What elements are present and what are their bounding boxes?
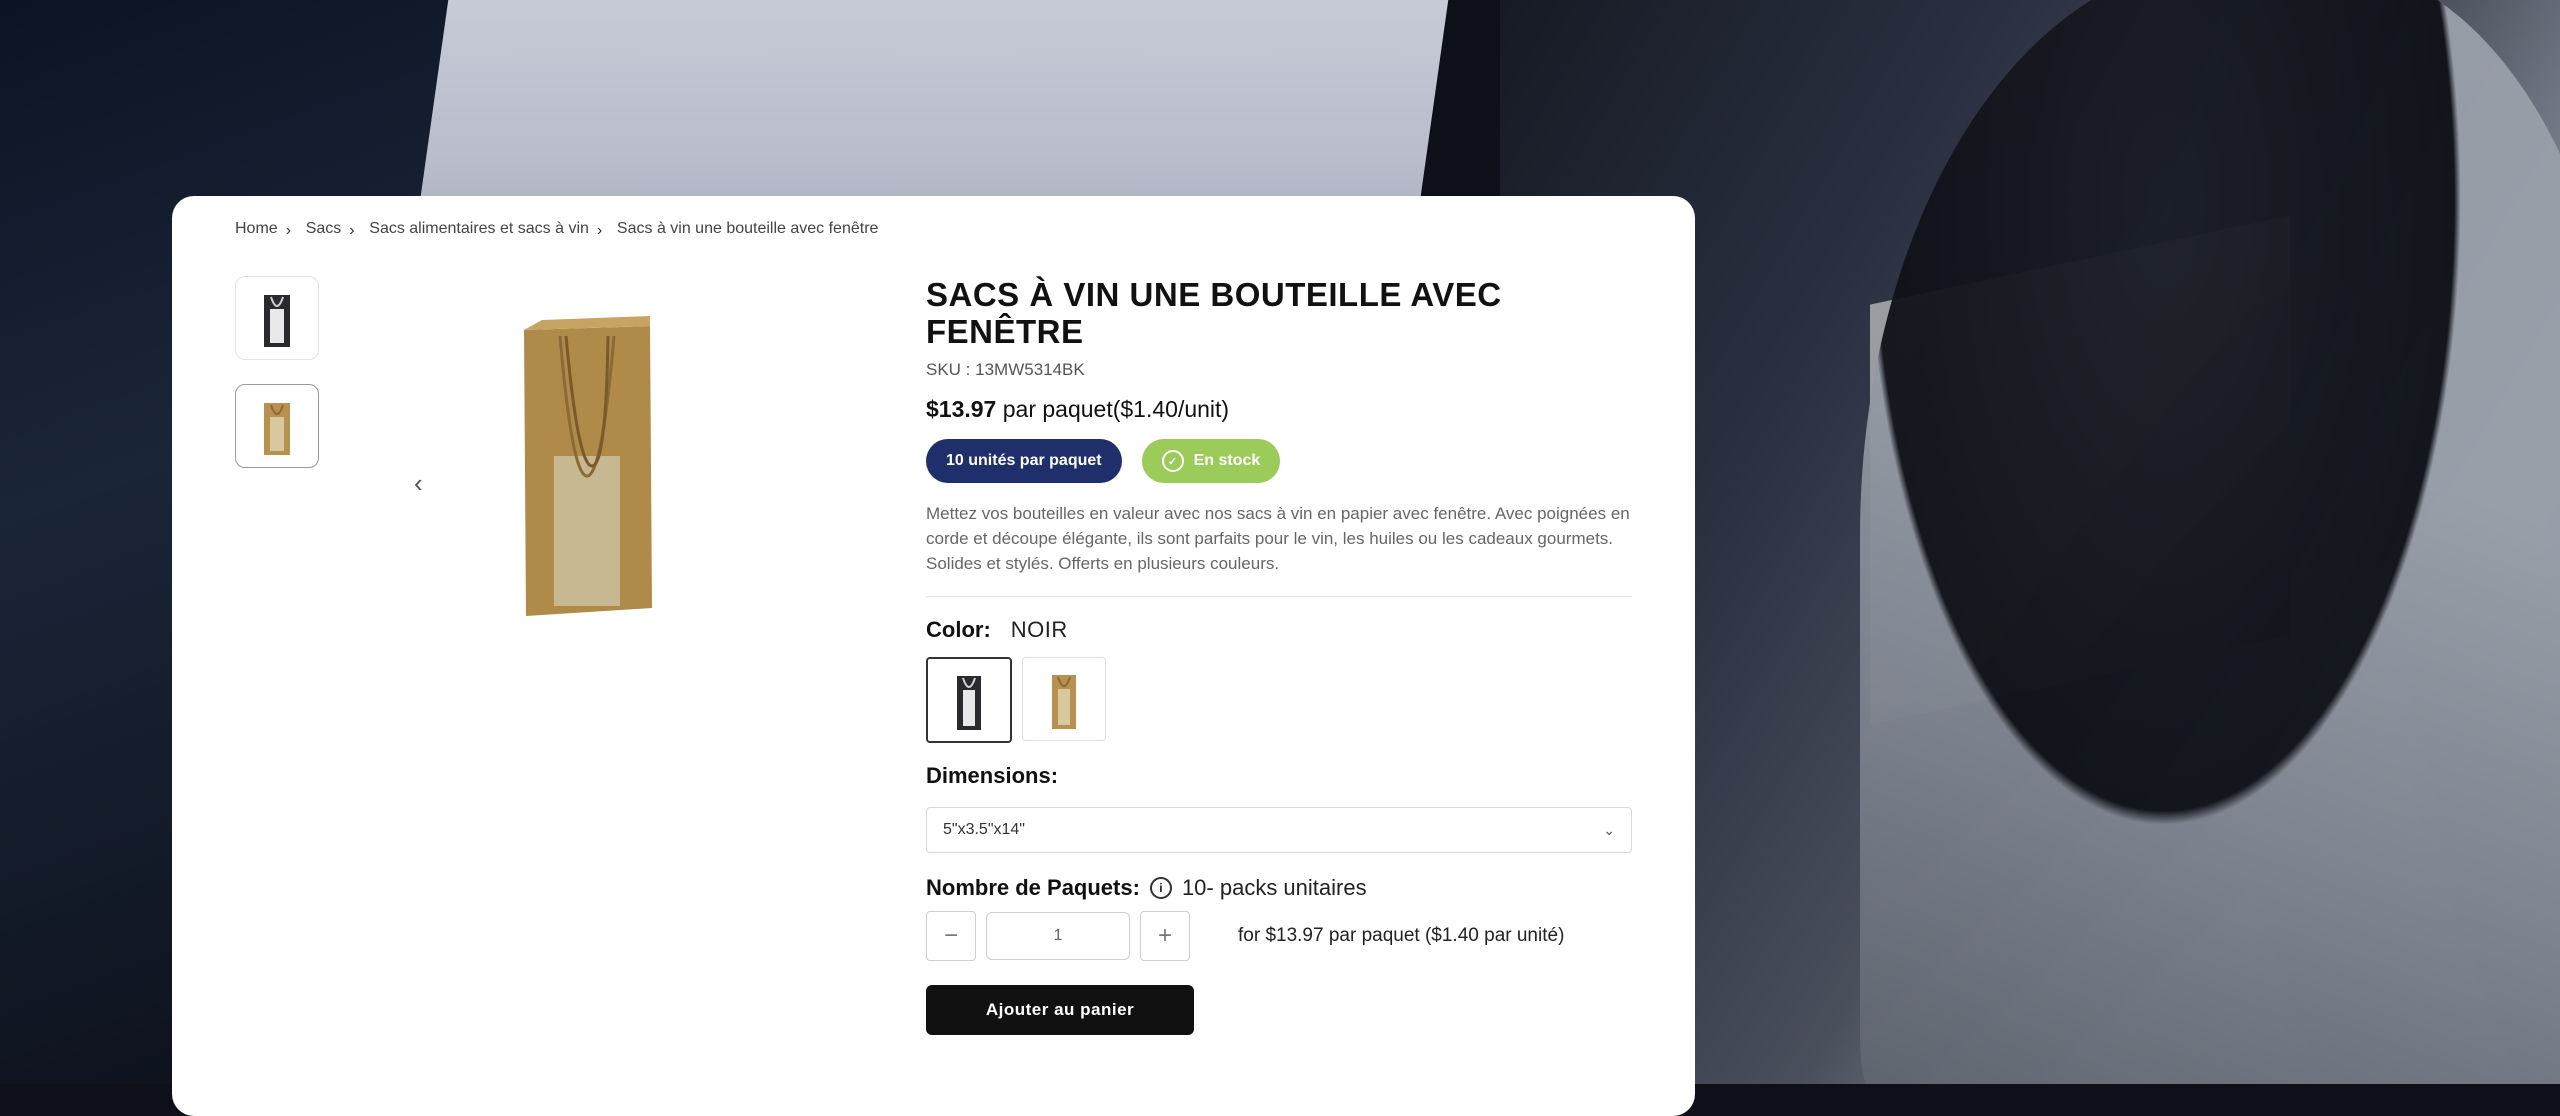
minus-icon: − [943, 922, 958, 949]
divider [926, 596, 1632, 597]
dimensions-label: Dimensions: [926, 763, 1059, 788]
units-badge: 10 unités par paquet [926, 439, 1122, 483]
kraft-bag-image [1052, 675, 1076, 729]
black-bag-image [957, 676, 981, 730]
product-title: SACS À VIN UNE BOUTEILLE AVEC FENÊTRE [926, 276, 1502, 350]
swatch-noir[interactable] [926, 657, 1012, 743]
breadcrumb-home[interactable]: Home [235, 220, 278, 238]
packs-info: 10- packs unitaires [1181, 875, 1367, 900]
increment-button[interactable]: + [1140, 911, 1190, 961]
product-info: SACS À VIN UNE BOUTEILLE AVEC FENÊTRE SK… [926, 276, 1632, 1035]
quantity-label-row: Nombre de Paquets: i 10- packs unitaires [926, 875, 1632, 901]
swatch-kraft[interactable] [1022, 657, 1106, 741]
chevron-down-icon: ⌄ [1603, 821, 1615, 838]
breadcrumb-sacs[interactable]: Sacs [306, 220, 342, 238]
kraft-bag-image [264, 403, 290, 455]
plus-icon: + [1157, 922, 1172, 949]
product-sku: SKU : 13MW5314BK [926, 360, 1085, 379]
product-price: $13.97 [926, 396, 997, 422]
kraft-bag-large-image [524, 316, 652, 616]
color-label: Color: [926, 617, 991, 642]
black-bag-image [264, 295, 290, 347]
decrement-button[interactable]: − [926, 911, 976, 961]
dimensions-select[interactable]: 5"x3.5"x14" ⌄ [926, 807, 1632, 853]
color-row: Color: NOIR [926, 617, 1632, 643]
breadcrumb: Home › Sacs › Sacs alimentaires et sacs … [235, 220, 879, 239]
breadcrumb-category[interactable]: Sacs alimentaires et sacs à vin [369, 220, 589, 238]
chevron-right-icon: › [285, 222, 292, 239]
check-circle-icon: ✓ [1161, 450, 1184, 472]
add-to-cart-button[interactable]: Ajouter au panier [926, 985, 1194, 1035]
info-icon[interactable]: i [1149, 877, 1172, 899]
chevron-right-icon: › [596, 222, 603, 239]
main-product-image [512, 316, 662, 626]
badges: 10 unités par paquet ✓ En stock [926, 439, 1632, 483]
stock-badge-label: En stock [1193, 452, 1261, 469]
thumbnail-list [235, 276, 319, 492]
bg-person [1860, 0, 2560, 1084]
chevron-left-icon[interactable]: ‹ [414, 468, 423, 499]
quantity-label: Nombre de Paquets: [926, 875, 1140, 900]
quantity-input[interactable] [986, 912, 1130, 960]
thumbnail-kraft-bag[interactable] [235, 384, 319, 468]
price-suffix: par paquet($1.40/unit) [1002, 396, 1230, 422]
stock-badge: ✓ En stock [1141, 439, 1281, 483]
units-badge-label: 10 unités par paquet [946, 452, 1102, 469]
thumbnail-black-bag[interactable] [235, 276, 319, 360]
color-swatches [926, 657, 1632, 743]
dimensions-selected: 5"x3.5"x14" [943, 821, 1025, 838]
chevron-right-icon: › [349, 222, 355, 239]
dimensions-row: Dimensions: [926, 763, 1632, 789]
color-value: NOIR [1010, 617, 1068, 642]
price-line: $13.97 par paquet($1.40/unit) [926, 396, 1632, 423]
breadcrumb-current: Sacs à vin une bouteille avec fenêtre [616, 220, 879, 237]
per-pack-price: for $13.97 par paquet ($1.40 par unité) [1238, 925, 1565, 946]
quantity-stepper: − + for $13.97 par paquet ($1.40 par uni… [926, 911, 1632, 961]
product-card: Home › Sacs › Sacs alimentaires et sacs … [172, 196, 1695, 1116]
product-description: Mettez vos bouteilles en valeur avec nos… [926, 504, 1630, 573]
